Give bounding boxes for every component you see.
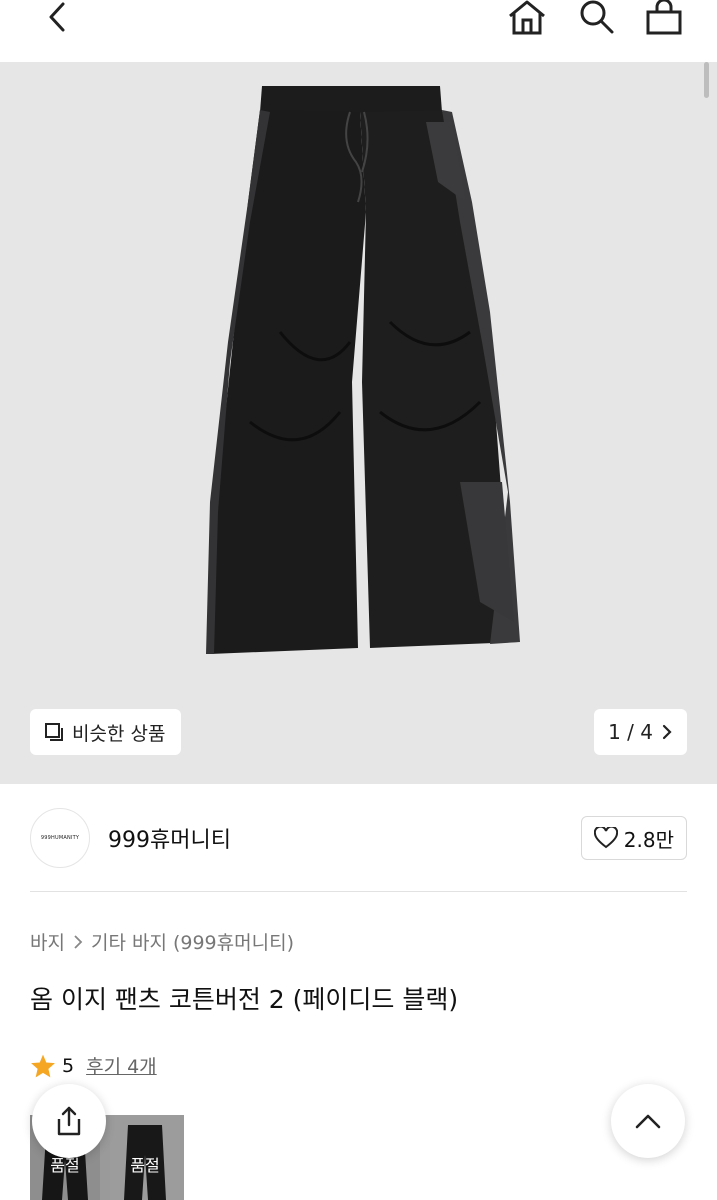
similar-products-label: 비슷한 상품: [72, 722, 166, 745]
chevron-up-icon: [635, 1114, 661, 1129]
shopping-bag-icon: [646, 0, 682, 35]
share-icon: [57, 1106, 81, 1136]
home-button[interactable]: [507, 0, 547, 36]
chevron-right-icon: [662, 724, 672, 740]
search-button[interactable]: [577, 0, 615, 36]
option-thumbnail[interactable]: 품절: [110, 1115, 180, 1200]
similar-products-button[interactable]: 비슷한 상품: [30, 709, 182, 755]
similar-products-icon: [45, 723, 63, 741]
scrollbar[interactable]: [704, 62, 709, 98]
like-count: 2.8만: [623, 827, 674, 852]
seller-row: 999HUMANITY 999휴머니티 2.8만: [30, 804, 687, 872]
top-bar: [0, 0, 717, 62]
sold-out-label: 품절: [130, 1156, 160, 1175]
seller-logo-text: 999HUMANITY: [40, 835, 80, 841]
product-image: [206, 86, 520, 654]
product-title: 옴 이지 팬츠 코튼버전 2 (페이디드 블랙): [30, 985, 459, 1014]
back-button[interactable]: [36, 0, 76, 36]
breadcrumb-subcategory[interactable]: 기타 바지 (999휴머니티): [91, 928, 294, 955]
chevron-left-icon: [49, 2, 65, 32]
like-button[interactable]: 2.8만: [580, 816, 687, 860]
cart-button[interactable]: [645, 0, 683, 36]
scroll-to-top-button[interactable]: [611, 1084, 685, 1158]
rating-value: 5: [62, 1054, 75, 1077]
heart-icon: [593, 827, 618, 849]
home-icon: [509, 0, 545, 35]
chevron-right-icon: [74, 934, 83, 949]
seller-logo[interactable]: 999HUMANITY: [30, 808, 90, 868]
breadcrumb-category[interactable]: 바지: [30, 928, 65, 955]
seller-name[interactable]: 999휴머니티: [108, 822, 231, 854]
rating-row: 5 후기 4개: [30, 1052, 157, 1079]
product-image-gallery[interactable]: 비슷한 상품 1 / 4: [0, 62, 717, 784]
breadcrumb: 바지 기타 바지 (999휴머니티): [30, 928, 294, 955]
share-button[interactable]: [32, 1084, 106, 1158]
star-icon: [31, 1054, 55, 1077]
image-page-indicator[interactable]: 1 / 4: [594, 709, 687, 755]
divider: [30, 891, 687, 892]
search-icon: [580, 0, 614, 34]
reviews-link[interactable]: 후기 4개: [86, 1052, 157, 1079]
page-indicator-text: 1 / 4: [608, 720, 653, 744]
